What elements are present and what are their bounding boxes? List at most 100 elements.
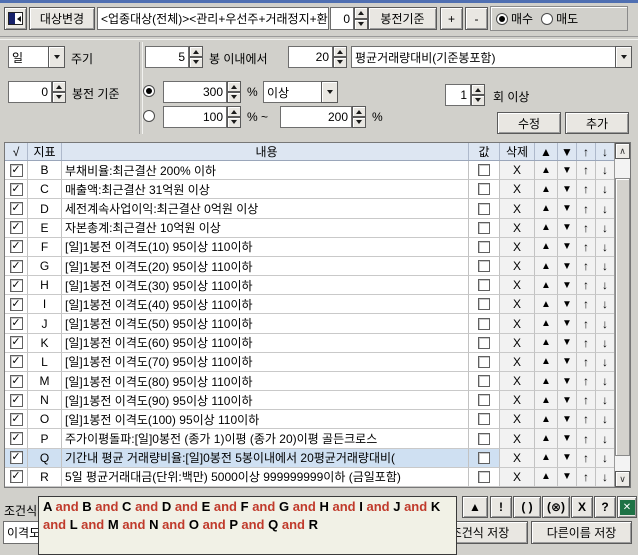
avg-type-value[interactable]: 평균거래량대비(기준봉포함) [351,46,615,68]
table-row[interactable]: ✓ R 5일 평균거래대금(단위:백만) 5000이상 999999999이하 … [5,468,614,487]
row-shift-up-button[interactable]: ↑ [577,199,596,218]
row-value-cell[interactable] [469,180,500,199]
row-shift-up-button[interactable]: ↑ [577,161,596,180]
row-checkbox[interactable]: ✓ [10,164,23,177]
scrollbar-up-button[interactable]: ∧ [615,143,630,159]
spin-down-button[interactable] [354,19,368,31]
row-move-down-button[interactable]: ▼ [558,180,577,199]
row-value-checkbox[interactable] [478,356,490,368]
row-delete-button[interactable]: X [500,353,535,372]
row-move-up-button[interactable]: ▲ [535,219,558,238]
row-checkbox[interactable]: ✓ [10,221,23,234]
range-low-value[interactable]: 100 [163,106,227,128]
row-move-up-button[interactable]: ▲ [535,238,558,257]
buy-radio[interactable]: 매수 [496,10,533,27]
row-value-cell[interactable] [469,410,500,429]
row-shift-up-button[interactable]: ↑ [577,314,596,333]
row-checkbox[interactable]: ✓ [10,394,23,407]
row-checkbox[interactable]: ✓ [10,336,23,349]
single-threshold-value[interactable]: 300 [163,81,227,103]
spin-up-button[interactable] [352,106,366,117]
row-value-cell[interactable] [469,429,500,448]
row-shift-up-button[interactable]: ↑ [577,391,596,410]
row-checkbox[interactable]: ✓ [10,298,23,311]
table-row[interactable]: ✓ M [일]1봉전 이격도(80) 95이상 110이하 X ▲ ▼ ↑ ↓ [5,372,614,391]
row-move-up-button[interactable]: ▲ [535,353,558,372]
spin-down-button[interactable] [227,92,241,103]
row-check-cell[interactable]: ✓ [5,391,28,410]
row-check-cell[interactable]: ✓ [5,257,28,276]
row-move-up-button[interactable]: ▲ [535,372,558,391]
row-shift-up-button[interactable]: ↑ [577,238,596,257]
row-checkbox[interactable]: ✓ [10,317,23,330]
row-shift-down-button[interactable]: ↓ [596,372,614,391]
range-threshold-radio[interactable] [143,110,155,122]
row-checkbox[interactable]: ✓ [10,432,23,445]
row-shift-down-button[interactable]: ↓ [596,468,614,487]
spin-down-button[interactable] [52,92,66,103]
row-shift-up-button[interactable]: ↑ [577,257,596,276]
row-content[interactable]: 5일 평균거래대금(단위:백만) 5000이상 999999999이하 (금일포… [62,468,469,487]
within-bars-spinner[interactable]: 5 [145,46,203,68]
row-shift-up-button[interactable]: ↑ [577,334,596,353]
row-value-checkbox[interactable] [478,452,490,464]
row-shift-down-button[interactable]: ↓ [596,314,614,333]
row-shift-down-button[interactable]: ↓ [596,334,614,353]
row-value-cell[interactable] [469,353,500,372]
combo-dropdown-button[interactable] [48,46,65,68]
row-value-checkbox[interactable] [478,203,490,215]
row-delete-button[interactable]: X [500,276,535,295]
table-row[interactable]: ✓ G [일]1봉전 이격도(20) 95이상 110이하 X ▲ ▼ ↑ ↓ [5,257,614,276]
row-checkbox[interactable]: ✓ [10,260,23,273]
row-move-down-button[interactable]: ▼ [558,449,577,468]
cycle-combobox[interactable]: 일 [8,46,65,68]
row-shift-up-button[interactable]: ↑ [577,276,596,295]
row-value-cell[interactable] [469,391,500,410]
row-checkbox[interactable]: ✓ [10,183,23,196]
row-move-down-button[interactable]: ▼ [558,372,577,391]
table-row[interactable]: ✓ Q 기간내 평균 거래량비율:[일]0봉전 5봉이내에서 20평균거래량대비… [5,449,614,468]
minus-button[interactable]: - [465,7,488,30]
row-shift-up-button[interactable]: ↑ [577,180,596,199]
row-shift-down-button[interactable]: ↓ [596,410,614,429]
row-value-cell[interactable] [469,314,500,333]
delete-token-button[interactable]: X [571,496,593,518]
row-content[interactable]: [일]1봉전 이격도(70) 95이상 110이하 [62,353,469,372]
row-checkbox[interactable]: ✓ [10,355,23,368]
row-check-cell[interactable]: ✓ [5,372,28,391]
table-row[interactable]: ✓ F [일]1봉전 이격도(10) 95이상 110이하 X ▲ ▼ ↑ ↓ [5,238,614,257]
table-row[interactable]: ✓ P 주가이평돌파:[일]0봉전 (종가 1)이평 (종가 20)이평 골든크… [5,429,614,448]
row-check-cell[interactable]: ✓ [5,238,28,257]
row-delete-button[interactable]: X [500,314,535,333]
row-value-cell[interactable] [469,276,500,295]
row-content[interactable]: 매출액:최근결산 31억원 이상 [62,180,469,199]
row-move-down-button[interactable]: ▼ [558,161,577,180]
row-move-up-button[interactable]: ▲ [535,276,558,295]
row-shift-down-button[interactable]: ↓ [596,295,614,314]
spin-up-button[interactable] [227,81,241,92]
row-check-cell[interactable]: ✓ [5,334,28,353]
row-delete-button[interactable]: X [500,429,535,448]
spin-up-button[interactable] [471,84,485,95]
row-value-cell[interactable] [469,372,500,391]
row-value-cell[interactable] [469,161,500,180]
toolbar-bars-value[interactable]: 0 [330,7,354,30]
row-value-checkbox[interactable] [478,164,490,176]
sell-radio[interactable]: 매도 [541,10,578,27]
range-low-spinner[interactable]: 100 [163,106,241,128]
bars-before-value[interactable]: 0 [8,81,52,103]
row-shift-down-button[interactable]: ↓ [596,353,614,372]
row-shift-up-button[interactable]: ↑ [577,372,596,391]
row-move-down-button[interactable]: ▼ [558,391,577,410]
row-checkbox[interactable]: ✓ [10,240,23,253]
row-shift-up-button[interactable]: ↑ [577,410,596,429]
row-move-down-button[interactable]: ▼ [558,468,577,487]
row-check-cell[interactable]: ✓ [5,429,28,448]
within-bars-value[interactable]: 5 [145,46,189,68]
row-value-checkbox[interactable] [478,318,490,330]
range-high-spinner[interactable]: 200 [280,106,366,128]
row-shift-up-button[interactable]: ↑ [577,429,596,448]
spin-up-button[interactable] [227,106,241,117]
row-move-down-button[interactable]: ▼ [558,334,577,353]
spin-up-button[interactable] [52,81,66,92]
